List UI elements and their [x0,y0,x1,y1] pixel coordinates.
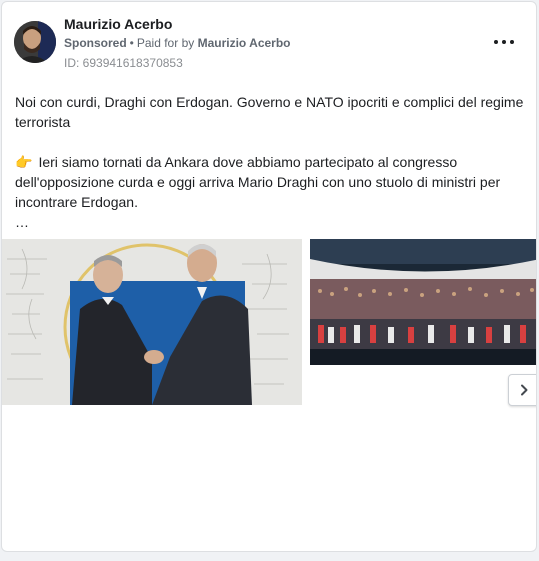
congress-crowd-photo [310,239,536,365]
avatar[interactable] [14,21,56,63]
dot [494,40,498,44]
dot [510,40,514,44]
handshake-photo: QO ALI [2,239,302,405]
post-body: Noi con curdi, Draghi con Erdogan. Gover… [15,92,525,232]
pointing-hand-icon: 👉 [15,154,33,170]
more-options-icon[interactable] [494,34,514,50]
chevron-right-icon [521,384,528,396]
author-name[interactable]: Maurizio Acerbo [64,16,172,32]
post-paragraph-1: Noi con curdi, Draghi con Erdogan. Gover… [15,94,524,130]
ad-card: Maurizio Acerbo Sponsored • Paid for by Ma… [1,1,537,552]
post-paragraph-2-text: Ieri siamo tornati da Ankara dove abbiam… [15,154,501,210]
media-image-handshake[interactable]: QO ALI [2,239,302,405]
separator-dot: • [129,36,134,50]
dot [502,40,506,44]
sponsorship-line: Sponsored • Paid for by Maurizio Acerbo [64,36,291,50]
see-more-ellipsis[interactable]: … [15,212,525,232]
sponsored-label: Sponsored [64,36,127,50]
carousel-next-button[interactable] [508,374,536,406]
paid-for-name[interactable]: Maurizio Acerbo [198,36,291,50]
media-image-congress[interactable] [310,239,536,365]
ad-id: ID: 693941618370853 [64,56,183,70]
avatar-photo [14,21,56,63]
paid-for-prefix: Paid for by [136,36,195,50]
post-header: Maurizio Acerbo Sponsored • Paid for by Ma… [2,2,536,82]
post-paragraph-2: 👉 Ieri siamo tornati da Ankara dove abbia… [15,152,525,212]
